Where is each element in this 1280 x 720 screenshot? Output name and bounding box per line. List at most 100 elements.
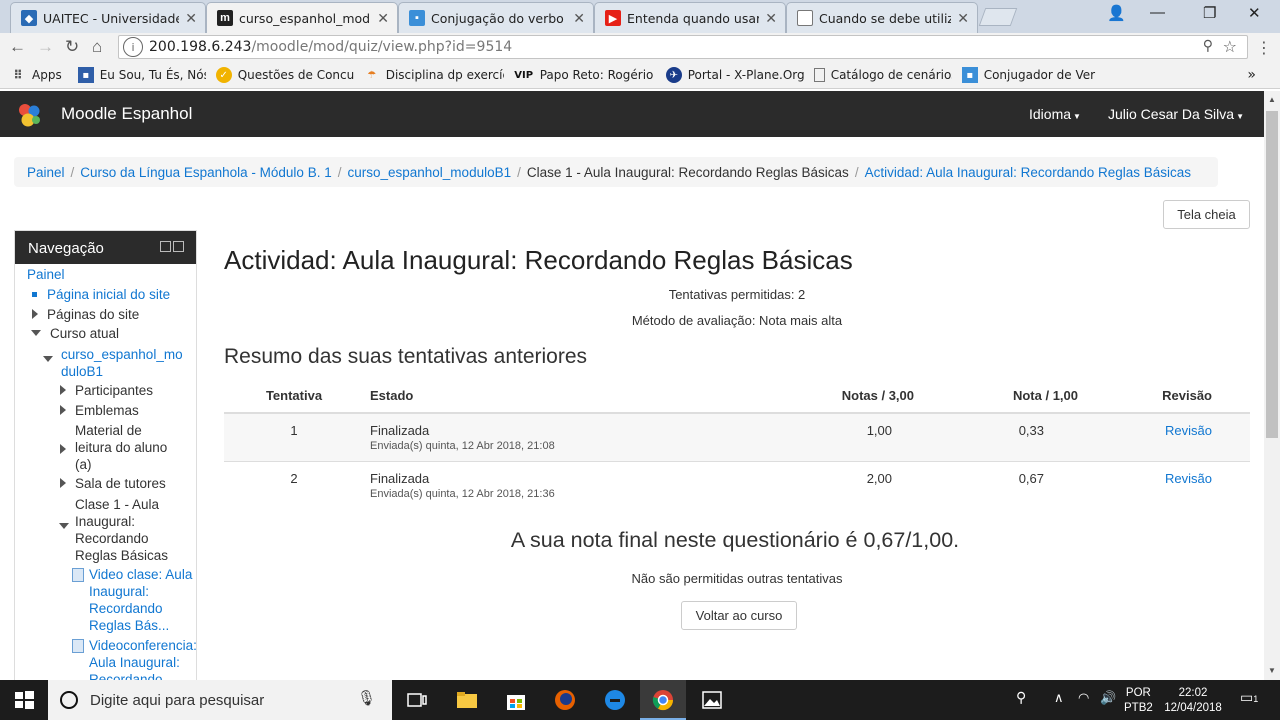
page-scrollbar[interactable]: ▲ ▼ <box>1264 91 1280 680</box>
vip-icon: VIP <box>514 69 534 81</box>
people-icon[interactable]: ⚲ <box>1016 690 1026 705</box>
bookmark-catalogo[interactable]: Catálogo de cenários <box>813 68 952 82</box>
nav-item-current-course[interactable]: Curso atual <box>31 326 119 341</box>
action-center-icon[interactable]: ▭1 <box>1240 690 1258 707</box>
moodle-logo-icon[interactable] <box>14 101 46 129</box>
scroll-up-icon[interactable]: ▲ <box>1268 95 1276 104</box>
bookmark-conjugador[interactable]: ▪ Conjugador de Verbo <box>961 67 1096 83</box>
browser-tab-youtube[interactable]: ▶ Entenda quando usar ust ✕ <box>594 2 786 33</box>
reload-icon[interactable]: ↻ <box>65 37 79 57</box>
scroll-thumb[interactable] <box>1266 111 1278 438</box>
bookmark-papo-reto[interactable]: VIP Papo Reto: Rogério F <box>514 67 655 83</box>
page-title: Actividad: Aula Inaugural: Recordando Re… <box>224 245 853 275</box>
nav-item-site-pages[interactable]: Páginas do site <box>32 307 139 322</box>
review-link[interactable]: Revisão <box>1165 423 1212 438</box>
bookmark-star-icon[interactable]: ☆ <box>1223 37 1237 56</box>
breadcrumb-course[interactable]: Curso da Língua Espanhola - Módulo B. 1 <box>80 165 331 180</box>
task-view-icon[interactable] <box>405 688 429 712</box>
nav-label: Clase 1 - Aula Inaugural: Recordando Reglas… <box>75 497 169 563</box>
browser-tab-moodle[interactable]: m curso_espanhol_moduloB ✕ <box>206 2 398 33</box>
lang-line2: PTB2 <box>1124 702 1153 714</box>
site-brand[interactable]: Moodle Espanhol <box>61 104 192 124</box>
attempts-allowed: Tentativas permitidas: 2 <box>668 287 806 302</box>
back-icon[interactable]: ← <box>9 37 26 57</box>
forward-icon[interactable]: → <box>37 37 54 57</box>
bookmark-label: Questões de Concurs <box>237 68 354 82</box>
language-menu-label: Idioma <box>1029 106 1072 122</box>
collapse-block-icon[interactable] <box>160 241 171 252</box>
bookmark-questoes[interactable]: ✓ Questões de Concurs <box>215 67 354 83</box>
zoom-icon[interactable]: ⚲ <box>1203 38 1213 54</box>
nav-label: Página inicial do site <box>47 287 171 302</box>
column-header: Estado <box>364 379 744 414</box>
file-explorer-icon[interactable] <box>455 688 479 712</box>
windows-start-icon[interactable] <box>12 688 36 712</box>
photos-icon[interactable] <box>700 688 724 712</box>
menu-dots-icon[interactable]: ⋮ <box>1256 38 1272 58</box>
taskbar-clock[interactable]: 22:02 12/04/2018 <box>1162 686 1224 716</box>
submitted-date: Enviada(s) quinta, 12 Abr 2018, 21:08 <box>370 440 555 452</box>
close-tab-icon[interactable]: ✕ <box>377 10 389 27</box>
browser-tab-uaitec[interactable]: ◆ UAITEC - Universidade A ✕ <box>10 2 206 33</box>
breadcrumb-activity[interactable]: Actividad: Aula Inaugural: Recordando Re… <box>865 165 1191 180</box>
new-tab-button[interactable] <box>978 8 1018 26</box>
review-link[interactable]: Revisão <box>1165 471 1212 486</box>
bookmark-icon: ▪ <box>961 67 978 83</box>
bookmark-apps[interactable]: ⠿ Apps <box>10 67 61 83</box>
navigation-block: Navegação Painel Página inicial do site … <box>14 230 197 680</box>
bookmark-eu-sou[interactable]: ▪ Eu Sou, Tu És, Nós So <box>77 67 206 83</box>
home-icon[interactable]: ⌂ <box>92 37 102 57</box>
dock-block-icon[interactable] <box>173 241 184 252</box>
attempt-number: 2 <box>224 460 364 509</box>
page-icon <box>813 68 825 82</box>
minimize-icon[interactable]: — <box>1150 4 1165 21</box>
nav-label: Emblemas <box>75 403 139 418</box>
profile-icon[interactable]: 👤 <box>1107 4 1126 22</box>
nav-label: Videoconferencia: Aula Inaugural: Recordan… <box>89 638 197 680</box>
bookmark-label: Catálogo de cenários <box>830 68 952 82</box>
address-bar[interactable]: i 200.198.6.243/moodle/mod/quiz/view.php… <box>118 35 1248 59</box>
nav-item-participants[interactable]: Participantes <box>60 383 153 398</box>
close-tab-icon[interactable]: ✕ <box>185 10 197 27</box>
bookmark-icon: ✓ <box>215 67 232 83</box>
browser-tab-conjugacao[interactable]: ▪ Conjugação do verbo "se ✕ <box>398 2 594 33</box>
close-tab-icon[interactable]: ✕ <box>765 10 777 27</box>
language-menu[interactable]: Idioma ▼ <box>1029 106 1081 122</box>
tab-title: Conjugação do verbo "se <box>431 10 567 26</box>
clock-time: 22:02 <box>1178 687 1208 699</box>
restore-icon[interactable]: ❐ <box>1203 4 1216 22</box>
breadcrumb-course-short[interactable]: curso_espanhol_moduloB1 <box>347 165 511 180</box>
nav-item-home[interactable]: Página inicial do site <box>32 287 170 302</box>
breadcrumb-painel[interactable]: Painel <box>27 165 65 180</box>
scroll-down-icon[interactable]: ▼ <box>1268 666 1276 675</box>
network-icon[interactable]: ◠ <box>1078 690 1089 705</box>
nav-item-painel[interactable]: Painel <box>27 267 65 282</box>
input-language-indicator[interactable]: POR PTB2 <box>1124 686 1153 716</box>
close-tab-icon[interactable]: ✕ <box>957 10 969 27</box>
search-placeholder: Digite aqui para pesquisar <box>90 691 265 709</box>
site-info-icon[interactable]: i <box>123 37 143 57</box>
close-tab-icon[interactable]: ✕ <box>573 10 585 27</box>
volume-icon[interactable]: 🔊 <box>1100 690 1116 705</box>
clock-date: 12/04/2018 <box>1164 702 1222 714</box>
nav-label: curso_espanhol_mo duloB1 <box>61 347 183 379</box>
bookmark-label: Conjugador de Verbo <box>983 68 1096 82</box>
edge-icon[interactable] <box>603 688 627 712</box>
user-menu[interactable]: Julio Cesar Da Silva ▼ <box>1108 106 1244 122</box>
taskbar-search[interactable]: Digite aqui para pesquisar 🎙 <box>48 680 392 720</box>
bookmark-xplane[interactable]: ✈ Portal - X-Plane.Org I <box>665 67 804 83</box>
browser-tab-cuando[interactable]: Cuando se debe utilizar c ✕ <box>786 2 978 33</box>
bookmark-disciplina[interactable]: ☂ Disciplina dp exercíci <box>364 67 503 83</box>
submitted-date: Enviada(s) quinta, 12 Abr 2018, 21:36 <box>370 487 555 500</box>
back-to-course-button[interactable]: Voltar ao curso <box>681 601 797 630</box>
close-window-icon[interactable]: ✕ <box>1248 4 1261 22</box>
firefox-icon[interactable] <box>553 688 577 712</box>
chrome-taskbar-button[interactable] <box>640 680 686 720</box>
fullscreen-button[interactable]: Tela cheia <box>1163 200 1250 229</box>
microphone-icon[interactable]: 🎙 <box>357 689 376 707</box>
store-icon[interactable] <box>504 688 528 712</box>
more-bookmarks-icon[interactable]: » <box>1247 67 1256 83</box>
nav-item-badges[interactable]: Emblemas <box>60 403 139 418</box>
show-hidden-icons[interactable]: ∧ <box>1054 690 1064 705</box>
nav-item-tutors[interactable]: Sala de tutores <box>60 476 166 491</box>
